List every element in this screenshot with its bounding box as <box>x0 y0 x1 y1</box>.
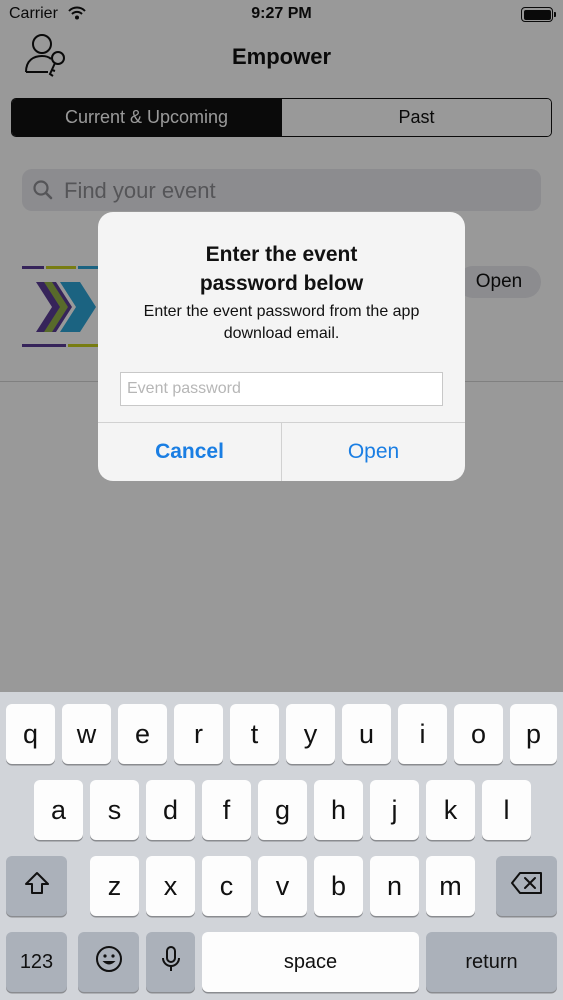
return-key-label: return <box>465 950 518 973</box>
key-p[interactable]: p <box>510 704 557 764</box>
key-z[interactable]: z <box>90 856 139 916</box>
key-k[interactable]: k <box>426 780 475 840</box>
key-i[interactable]: i <box>398 704 447 764</box>
key-y[interactable]: y <box>286 704 335 764</box>
shift-icon <box>24 870 50 903</box>
key-n[interactable]: n <box>370 856 419 916</box>
key-g[interactable]: g <box>258 780 307 840</box>
key-w[interactable]: w <box>62 704 111 764</box>
key-u[interactable]: u <box>342 704 391 764</box>
event-password-alert: Enter the event password below Enter the… <box>98 212 465 481</box>
backspace-icon <box>510 871 544 902</box>
key-h[interactable]: h <box>314 780 363 840</box>
shift-key[interactable] <box>6 856 67 916</box>
emoji-key[interactable] <box>78 932 139 992</box>
key-t[interactable]: t <box>230 704 279 764</box>
space-key[interactable]: space <box>202 932 419 992</box>
open-button[interactable]: Open <box>282 423 465 481</box>
alert-title-line2: password below <box>199 272 364 295</box>
key-b[interactable]: b <box>314 856 363 916</box>
key-j[interactable]: j <box>370 780 419 840</box>
emoji-icon <box>94 944 124 981</box>
alert-message: Enter the event password from the app do… <box>108 301 455 345</box>
space-key-label: space <box>283 950 338 973</box>
key-d[interactable]: d <box>146 780 195 840</box>
key-s[interactable]: s <box>90 780 139 840</box>
numbers-key[interactable]: 123 <box>6 932 67 992</box>
key-r[interactable]: r <box>174 704 223 764</box>
key-v[interactable]: v <box>258 856 307 916</box>
dictation-key[interactable] <box>146 932 195 992</box>
key-a[interactable]: a <box>34 780 83 840</box>
key-c[interactable]: c <box>202 856 251 916</box>
keyboard: q w e r t y u i o p a s d f g h j k l z … <box>0 692 563 1000</box>
alert-title-line1: Enter the event <box>205 243 358 266</box>
alert-message-line2: download email. <box>223 325 340 342</box>
microphone-icon <box>160 944 182 981</box>
return-key[interactable]: return <box>426 932 557 992</box>
key-q[interactable]: q <box>6 704 55 764</box>
key-x[interactable]: x <box>146 856 195 916</box>
alert-title: Enter the event password below <box>98 240 465 298</box>
key-l[interactable]: l <box>482 780 531 840</box>
cancel-button[interactable]: Cancel <box>98 423 281 481</box>
numbers-key-label: 123 <box>19 950 54 973</box>
alert-message-line1: Enter the event password from the app <box>143 303 420 320</box>
key-m[interactable]: m <box>426 856 475 916</box>
event-password-input[interactable] <box>120 372 443 406</box>
key-o[interactable]: o <box>454 704 503 764</box>
key-e[interactable]: e <box>118 704 167 764</box>
key-f[interactable]: f <box>202 780 251 840</box>
delete-key[interactable] <box>496 856 557 916</box>
